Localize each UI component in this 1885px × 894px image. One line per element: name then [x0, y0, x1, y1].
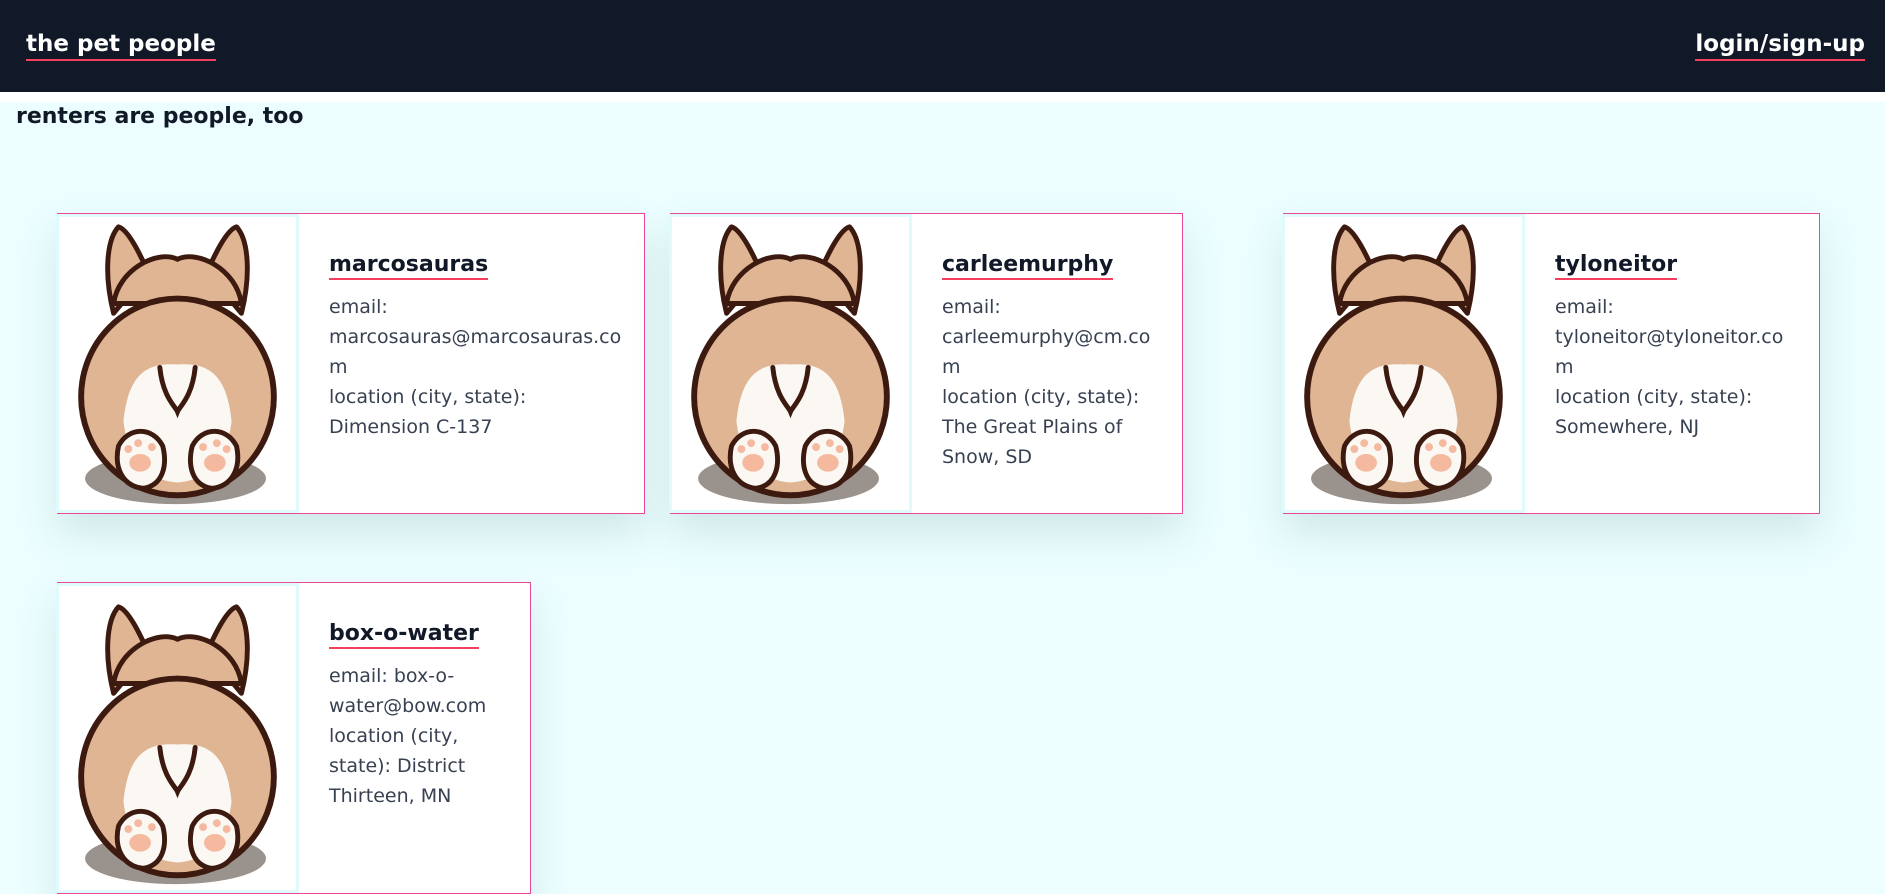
renter-email: email: marcosauras@marcosauras.com: [329, 296, 622, 378]
renter-name: marcosauras: [329, 252, 489, 280]
renter-avatar: [1282, 214, 1525, 513]
renter-card[interactable]: box-o-water email: box-o-water@bow.com l…: [56, 582, 531, 894]
page-tagline: renters are people, too: [16, 104, 304, 129]
corgi-butt-icon: [65, 215, 290, 510]
login-signup-link[interactable]: login/sign-up: [1695, 31, 1865, 62]
renter-avatar: [56, 214, 299, 513]
renter-location: location (city, state): The Great Plains…: [942, 386, 1140, 468]
renter-info: carleemurphy email: carleemurphy@cm.com …: [912, 214, 1182, 513]
renter-info: marcosauras email: marcosauras@marcosaur…: [299, 214, 644, 513]
top-navbar: the pet people login/sign-up: [0, 0, 1885, 92]
renter-name: tyloneitor: [1555, 252, 1678, 280]
renter-card[interactable]: tyloneitor email: tyloneitor@tyloneitor.…: [1282, 213, 1820, 514]
renter-name: box-o-water: [329, 621, 479, 649]
brand-link[interactable]: the pet people: [26, 31, 216, 62]
renter-location: location (city, state): Somewhere, NJ: [1555, 386, 1753, 438]
renter-card[interactable]: carleemurphy email: carleemurphy@cm.com …: [669, 213, 1183, 514]
corgi-butt-icon: [678, 215, 903, 510]
header-divider: [0, 92, 1885, 102]
corgi-butt-icon: [1291, 215, 1516, 510]
renter-email: email: tyloneitor@tyloneitor.com: [1555, 296, 1784, 378]
renter-avatar: [669, 214, 912, 513]
renter-card[interactable]: marcosauras email: marcosauras@marcosaur…: [56, 213, 645, 514]
renter-location: location (city, state): District Thirtee…: [329, 725, 466, 807]
renter-name: carleemurphy: [942, 252, 1114, 280]
renter-info: tyloneitor email: tyloneitor@tyloneitor.…: [1525, 214, 1819, 513]
renter-location: location (city, state): Dimension C-137: [329, 386, 527, 438]
renter-email: email: carleemurphy@cm.com: [942, 296, 1151, 378]
corgi-butt-icon: [65, 595, 290, 890]
renter-avatar: [56, 583, 299, 893]
renter-email: email: box-o-water@bow.com: [329, 665, 487, 717]
renter-info: box-o-water email: box-o-water@bow.com l…: [299, 583, 530, 893]
